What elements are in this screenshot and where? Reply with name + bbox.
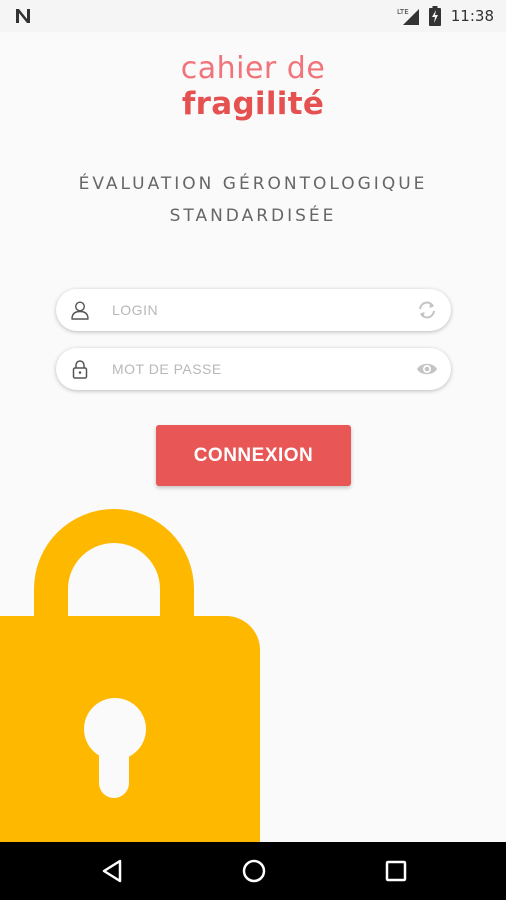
status-icons: LTE 11:38: [397, 0, 494, 32]
login-field[interactable]: [56, 289, 451, 331]
subtitle-line-2: STANDARDISÉE: [169, 206, 337, 226]
system-nav-bar: [0, 842, 506, 900]
recents-icon[interactable]: [381, 856, 411, 886]
app-logo: cahier de fragilité: [0, 51, 506, 123]
refresh-icon[interactable]: [416, 300, 438, 320]
back-icon[interactable]: [98, 856, 128, 886]
subtitle-line-1: ÉVALUATION GÉRONTOLOGIQUE: [78, 174, 428, 194]
password-input[interactable]: [112, 348, 402, 390]
app-subtitle: ÉVALUATION GÉRONTOLOGIQUE STANDARDISÉE: [0, 168, 506, 232]
login-input[interactable]: [112, 289, 402, 331]
password-field[interactable]: [56, 348, 451, 390]
lock-icon: [72, 360, 88, 379]
notification-n-icon: [16, 9, 30, 23]
connexion-button[interactable]: CONNEXION: [156, 425, 351, 486]
logo-line-2: fragilité: [181, 86, 325, 122]
user-icon: [71, 301, 89, 320]
battery-icon: [428, 6, 441, 26]
network-type-label: LTE: [397, 8, 409, 16]
status-bar: LTE 11:38: [0, 0, 506, 32]
home-icon[interactable]: [239, 856, 269, 886]
padlock-illustration-icon: [0, 509, 260, 842]
signal-icon: LTE: [397, 8, 419, 25]
clock: 11:38: [450, 7, 494, 25]
logo-line-1: cahier de: [180, 51, 326, 86]
eye-icon[interactable]: [416, 359, 438, 379]
